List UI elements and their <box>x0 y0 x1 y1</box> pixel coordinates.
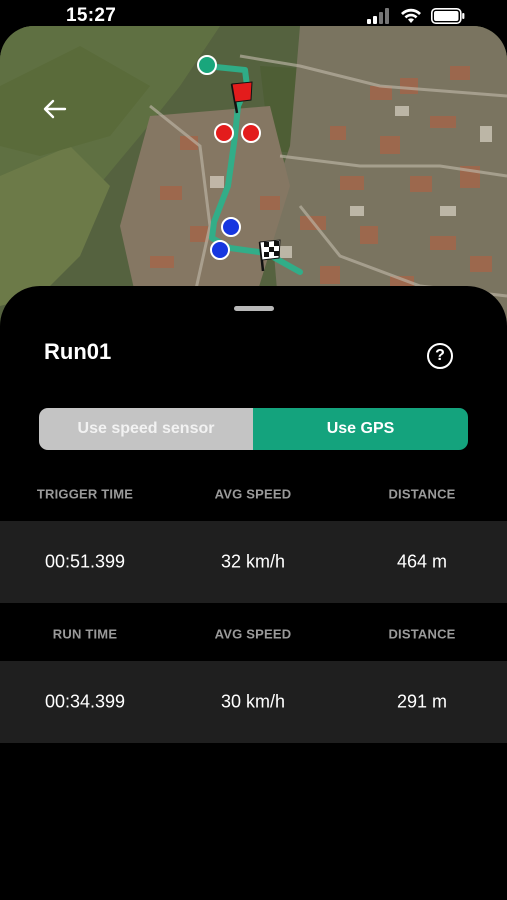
satellite-map[interactable] <box>0 26 507 326</box>
run-time-header: RUN TIME <box>52 626 118 642</box>
run-avg-speed-header: AVG SPEED <box>214 626 292 642</box>
run-marker-blue-1[interactable] <box>220 216 242 238</box>
checkered-flag-icon[interactable] <box>254 238 284 272</box>
trigger-marker-red-1[interactable] <box>213 122 235 144</box>
run-details-sheet: Run01 ? Use speed sensor Use GPS TRIGGER… <box>0 286 507 900</box>
trigger-distance-header: DISTANCE <box>388 486 456 502</box>
back-arrow-icon <box>43 99 67 119</box>
trigger-avg-speed-value: 32 km/h <box>220 551 286 572</box>
help-button[interactable]: ? <box>427 343 453 369</box>
help-icon: ? <box>435 347 445 364</box>
run-header-row: RUN TIME AVG SPEED DISTANCE <box>0 619 507 649</box>
status-time: 15:27 <box>66 5 117 26</box>
use-speed-sensor-button[interactable]: Use speed sensor <box>39 408 253 450</box>
run-distance-header: DISTANCE <box>388 626 456 642</box>
run-time-value: 00:34.399 <box>44 691 126 712</box>
run-title: Run01 <box>44 339 112 364</box>
trigger-marker-red-2[interactable] <box>240 122 262 144</box>
trigger-time-header: TRIGGER TIME <box>36 486 134 502</box>
trigger-time-value: 00:51.399 <box>44 551 126 572</box>
back-button[interactable] <box>38 92 72 126</box>
map-imagery <box>0 26 507 326</box>
red-flag-icon[interactable] <box>226 80 256 114</box>
trigger-distance-value: 464 m <box>396 551 448 572</box>
run-avg-speed-value: 30 km/h <box>220 691 286 712</box>
source-toggle[interactable]: Use speed sensor Use GPS <box>39 408 468 450</box>
run-values-row: 00:34.399 30 km/h 291 m <box>0 661 507 743</box>
battery-icon <box>431 8 465 24</box>
start-marker[interactable] <box>196 54 218 76</box>
use-gps-button[interactable]: Use GPS <box>253 408 468 450</box>
status-icons <box>367 8 465 24</box>
trigger-values-row: 00:51.399 32 km/h 464 m <box>0 521 507 603</box>
run-distance-value: 291 m <box>396 691 448 712</box>
trigger-avg-speed-header: AVG SPEED <box>214 486 292 502</box>
status-bar: 15:27 <box>0 0 507 34</box>
trigger-header-row: TRIGGER TIME AVG SPEED DISTANCE <box>0 479 507 509</box>
run-marker-blue-2[interactable] <box>209 239 231 261</box>
signal-icon <box>367 8 389 24</box>
wifi-icon <box>401 8 421 23</box>
sheet-grabber[interactable] <box>234 306 274 311</box>
